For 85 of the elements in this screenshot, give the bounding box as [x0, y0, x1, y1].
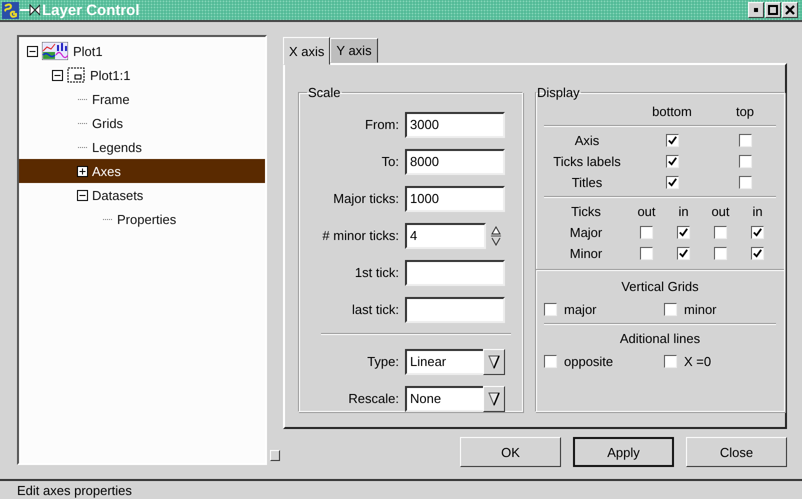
plot-icon [42, 42, 68, 60]
tree-item[interactable]: Legends [19, 135, 265, 159]
row-label: Minor [570, 246, 602, 261]
checkbox-label[interactable]: opposite [564, 354, 614, 369]
checkbox[interactable] [751, 226, 764, 239]
spin-field[interactable]: 4 [405, 222, 486, 248]
column-header: out [711, 204, 730, 219]
minimize-icon[interactable] [751, 5, 761, 15]
spin-arrows-icon[interactable] [491, 226, 501, 246]
dialog-button[interactable]: Close [686, 437, 787, 467]
dialog-button[interactable]: Apply [573, 437, 674, 467]
checkbox[interactable] [738, 176, 752, 189]
checkbox-label[interactable]: minor [684, 302, 717, 317]
group-title: Scale [307, 85, 342, 100]
checkbox[interactable] [640, 247, 653, 260]
app-logo-icon [2, 2, 19, 18]
tree-item[interactable]: Frame [19, 87, 265, 111]
input-field[interactable]: 3000 [405, 112, 505, 138]
close-icon[interactable] [785, 5, 795, 15]
field-label: 1st tick: [354, 265, 399, 280]
section-title: Aditional lines [618, 331, 702, 346]
checkbox[interactable] [751, 247, 764, 260]
dropdown-arrow-icon[interactable] [488, 354, 500, 370]
input-field[interactable]: 8000 [405, 148, 505, 174]
tree-item[interactable]: Plot1:1 [19, 63, 265, 87]
tree-item[interactable]: Properties [19, 207, 265, 231]
column-header: in [752, 204, 763, 219]
field-label: To: [380, 154, 399, 169]
checkbox[interactable] [677, 247, 690, 260]
maximize-button[interactable] [765, 2, 781, 18]
maximize-icon[interactable] [768, 5, 778, 15]
checkbox[interactable] [714, 247, 727, 260]
pin-icon[interactable] [20, 4, 40, 16]
row-label: Ticks [571, 204, 601, 219]
row-label: Axis [574, 133, 600, 148]
checkbox[interactable] [640, 226, 653, 239]
column-header: bottom [652, 104, 692, 119]
field-label: Major ticks: [332, 191, 399, 206]
field-label: Rescale: [347, 391, 399, 406]
collapse-icon[interactable] [77, 190, 88, 200]
checkbox[interactable] [677, 226, 690, 239]
layer-icon [67, 67, 85, 83]
checkbox[interactable] [714, 226, 727, 239]
dialog-button[interactable]: OK [460, 437, 561, 467]
window-title: Layer Control [42, 2, 141, 18]
row-label: Ticks labels [553, 154, 621, 169]
checkbox[interactable] [738, 155, 752, 168]
tree-item[interactable]: Datasets [19, 183, 265, 207]
field-label: # minor ticks: [321, 228, 399, 243]
column-header: out [637, 204, 656, 219]
input-field[interactable] [405, 260, 505, 286]
checkbox[interactable] [666, 155, 678, 168]
field-label: From: [364, 117, 399, 132]
splitter-handle[interactable] [270, 450, 280, 461]
column-header: top [736, 104, 754, 119]
collapse-icon[interactable] [27, 46, 38, 56]
checkbox[interactable] [738, 134, 752, 147]
field-label: Type: [366, 354, 399, 369]
field-label: last tick: [351, 302, 399, 317]
row-label: Major [570, 225, 602, 240]
checkbox-label[interactable]: X =0 [684, 354, 712, 369]
collapse-icon[interactable] [52, 70, 63, 80]
checkbox[interactable] [666, 134, 678, 147]
status-text: Edit axes properties [17, 482, 132, 498]
dropdown-arrow-icon[interactable] [488, 390, 500, 406]
tab[interactable]: X axis [283, 37, 330, 65]
expand-icon[interactable] [77, 166, 88, 176]
column-header: in [678, 204, 689, 219]
tree-item[interactable]: Plot1 [19, 39, 265, 63]
checkbox[interactable] [544, 355, 557, 368]
tree-item[interactable]: Axes [19, 159, 265, 183]
row-label: Titles [572, 175, 602, 190]
checkbox[interactable] [666, 176, 678, 189]
input-field[interactable] [405, 296, 505, 322]
checkbox[interactable] [544, 303, 557, 316]
checkbox[interactable] [664, 355, 677, 368]
minimize-button[interactable] [748, 2, 764, 18]
input-field[interactable]: 1000 [405, 186, 505, 212]
tab[interactable]: Y axis [330, 38, 378, 63]
tree-item[interactable]: Grids [19, 111, 265, 135]
section-title: Vertical Grids [620, 279, 700, 294]
checkbox[interactable] [664, 303, 677, 316]
close-button[interactable] [782, 2, 798, 18]
checkbox-label[interactable]: major [564, 302, 597, 317]
group-title: Display [536, 85, 581, 100]
